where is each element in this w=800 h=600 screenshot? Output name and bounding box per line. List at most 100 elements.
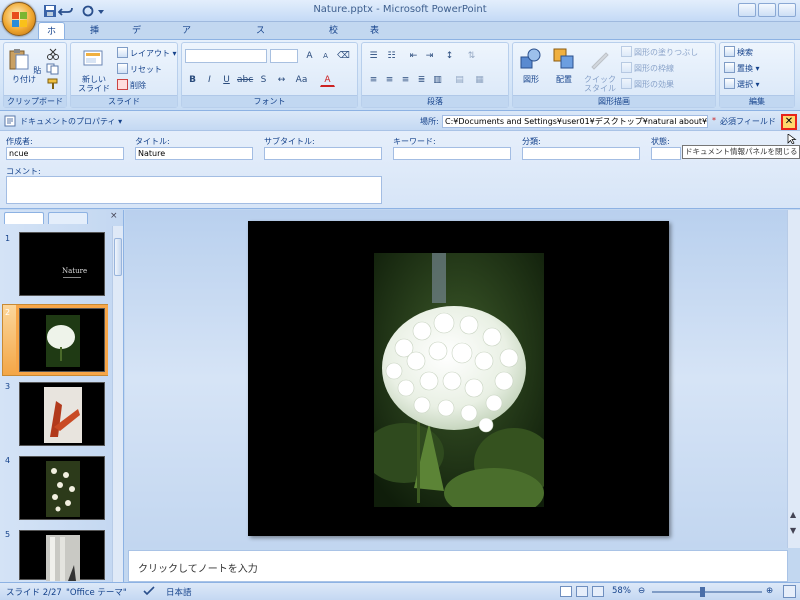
tab-insert[interactable]: 挿入 — [82, 22, 107, 54]
quick-styles-button[interactable]: クイック スタイル — [583, 47, 617, 93]
align-center-icon[interactable]: ≡ — [382, 73, 397, 87]
hydrangea-photo[interactable] — [374, 253, 544, 507]
font-name-combo[interactable] — [185, 49, 267, 63]
tab-slides[interactable] — [4, 212, 44, 224]
cut-icon[interactable] — [46, 48, 60, 60]
shape-outline-button[interactable]: 図形の枠線 — [621, 62, 674, 76]
pane-tabs: × — [2, 211, 120, 224]
tab-review[interactable]: 校閲 — [321, 22, 346, 54]
tab-design[interactable]: デザイン — [124, 22, 149, 90]
underline-button[interactable]: U — [219, 73, 234, 87]
fit-to-window-icon[interactable] — [783, 585, 796, 598]
layout-button[interactable]: レイアウト ▾ — [117, 47, 177, 61]
zoom-slider-handle[interactable] — [700, 587, 705, 597]
doc-properties-title[interactable]: ドキュメントのプロパティ ▾ — [20, 116, 122, 127]
line-spacing-icon[interactable]: ↕ — [442, 49, 457, 63]
slide-thumbnail-4[interactable] — [19, 456, 105, 520]
char-spacing-icon[interactable]: ↔ — [274, 73, 289, 87]
arrange-button[interactable]: 配置 — [549, 47, 579, 84]
normal-view-icon[interactable] — [560, 586, 572, 597]
keywords-label: キーワード: — [393, 137, 436, 146]
align-right-icon[interactable]: ≡ — [398, 73, 413, 87]
keywords-field[interactable] — [393, 147, 511, 160]
close-window-button[interactable] — [778, 3, 796, 17]
strikethrough-button[interactable]: abc — [236, 73, 253, 87]
replace-button[interactable]: 置換 ▾ — [724, 62, 760, 76]
office-button[interactable] — [2, 2, 36, 36]
align-left-icon[interactable]: ≡ — [366, 73, 381, 87]
zoom-slider[interactable] — [652, 591, 762, 593]
zoom-out-icon[interactable]: ⊖ — [638, 586, 645, 596]
zoom-in-icon[interactable]: ⊕ — [766, 586, 773, 596]
slide-thumbnail-2[interactable] — [16, 305, 108, 375]
thumb-leaf-image — [44, 387, 82, 443]
find-icon — [724, 46, 735, 57]
title-field[interactable]: Nature — [135, 147, 253, 160]
bold-button[interactable]: B — [185, 73, 200, 87]
subtitle-field[interactable] — [264, 147, 382, 160]
slide-thumbnail-1[interactable]: Nature — [19, 232, 105, 296]
tab-animations[interactable]: アニメーション — [174, 22, 199, 144]
author-field[interactable]: ncue — [6, 147, 124, 160]
pane-close-icon[interactable]: × — [110, 211, 118, 221]
slideshow-view-icon[interactable] — [592, 586, 604, 597]
qat-customize-icon[interactable] — [96, 4, 106, 18]
close-doc-panel-button[interactable]: ✕ — [781, 114, 797, 130]
language[interactable]: 日本語 — [166, 586, 192, 598]
paste-button[interactable]: 貼り付け — [6, 47, 42, 84]
reset-button[interactable]: リセット — [117, 63, 162, 77]
copy-icon[interactable] — [46, 63, 60, 75]
shadow-button[interactable]: S — [256, 73, 271, 87]
slide-thumbnail-3[interactable] — [19, 382, 105, 446]
zoom-level[interactable]: 58% — [612, 586, 631, 596]
save-icon[interactable] — [42, 4, 58, 18]
smartart-icon[interactable]: ▦ — [472, 73, 487, 87]
redo-icon[interactable] — [80, 4, 96, 18]
select-button[interactable]: 選択 ▾ — [724, 78, 760, 92]
location-field[interactable]: C:¥Documents and Settings¥user01¥デスクトップ¥… — [442, 115, 708, 128]
slide-vertical-scrollbar[interactable]: ▲ ▼ — [787, 210, 800, 548]
shape-effects-button[interactable]: 図形の効果 — [621, 78, 674, 92]
notes-pane[interactable]: クリックしてノートを入力 — [128, 550, 788, 582]
slide-sorter-icon[interactable] — [576, 586, 588, 597]
current-slide[interactable] — [248, 221, 669, 536]
maximize-button[interactable] — [758, 3, 776, 17]
slides-pane-scrollbar[interactable] — [112, 226, 123, 582]
grow-font-button[interactable]: A — [302, 49, 317, 63]
change-case-button[interactable]: Aa — [294, 73, 309, 87]
text-direction-icon[interactable]: ⇅ — [464, 49, 479, 63]
font-color-button[interactable]: A — [320, 73, 335, 87]
tab-home[interactable]: ホーム — [38, 22, 66, 73]
tab-outline[interactable] — [48, 212, 88, 224]
increase-indent-icon[interactable]: ⇥ — [422, 49, 437, 63]
category-field[interactable] — [522, 147, 640, 160]
next-slide-icon[interactable]: ▼ — [790, 526, 796, 535]
columns-icon[interactable]: ▥ — [430, 73, 445, 87]
shape-fill-button[interactable]: 図形の塗りつぶし — [621, 46, 698, 60]
status-field[interactable] — [651, 147, 681, 160]
italic-button[interactable]: I — [202, 73, 217, 87]
align-text-icon[interactable]: ▤ — [452, 73, 467, 87]
find-button[interactable]: 検索 — [724, 46, 753, 60]
new-slide-button[interactable]: 新しい スライド — [73, 47, 115, 93]
tab-slideshow[interactable]: スライド ショー — [248, 22, 273, 144]
numbering-icon[interactable]: ☷ — [384, 49, 399, 63]
justify-icon[interactable]: ≣ — [414, 73, 429, 87]
format-painter-icon[interactable] — [46, 78, 60, 90]
thumb-fence-image — [46, 535, 80, 581]
slide-thumbnail-5[interactable] — [19, 530, 105, 581]
clear-format-icon[interactable]: ⌫ — [336, 49, 351, 63]
minimize-button[interactable] — [738, 3, 756, 17]
comment-field[interactable] — [6, 176, 382, 204]
tab-view[interactable]: 表示 — [362, 22, 387, 54]
bullets-icon[interactable]: ☰ — [366, 49, 381, 63]
shrink-font-button[interactable]: A — [318, 49, 333, 63]
shapes-button[interactable]: 図形 — [515, 47, 547, 84]
font-size-combo[interactable] — [270, 49, 298, 63]
undo-icon[interactable] — [58, 4, 74, 18]
prev-slide-icon[interactable]: ▲ — [790, 510, 796, 519]
delete-slide-button[interactable]: 削除 — [117, 79, 146, 93]
spellcheck-icon[interactable] — [142, 585, 156, 597]
slides-pane-scroll-thumb[interactable] — [114, 238, 122, 276]
decrease-indent-icon[interactable]: ⇤ — [406, 49, 421, 63]
